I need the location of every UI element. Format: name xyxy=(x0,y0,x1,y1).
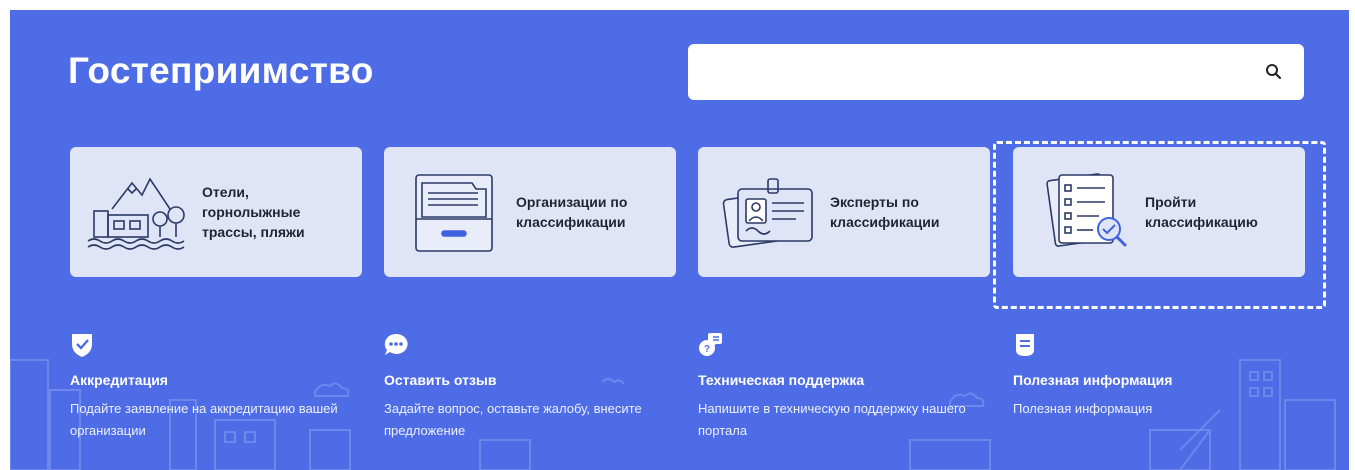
svg-text:?: ? xyxy=(704,344,710,355)
info-title[interactable]: Оставить отзыв xyxy=(384,372,664,388)
card-experts[interactable]: Эксперты по классификации xyxy=(698,147,990,277)
page-title: Гостеприимство xyxy=(68,50,374,91)
card-label: Эксперты по классификации xyxy=(830,194,940,230)
info-useful[interactable]: Полезная информация Полезная информация xyxy=(1013,332,1293,420)
info-description: Задайте вопрос, оставьте жалобу, внесите… xyxy=(384,401,642,438)
info-title[interactable]: Техническая поддержка xyxy=(698,372,978,388)
search-box[interactable] xyxy=(688,44,1304,102)
info-title[interactable]: Полезная информация xyxy=(1013,372,1293,388)
archive-drawer-illustration xyxy=(415,174,493,252)
card-hotels[interactable]: Отели, горнолыжные трассы, пляжи xyxy=(70,147,362,277)
info-feedback[interactable]: Оставить отзыв Задайте вопрос, оставьте … xyxy=(384,332,664,442)
info-tech-support[interactable]: ? Техническая поддержка Напишите в техни… xyxy=(698,332,978,442)
card-label: Отели, горнолыжные трассы, пляжи xyxy=(202,184,305,240)
search-icon[interactable] xyxy=(1264,62,1284,82)
info-accreditation[interactable]: Аккредитация Подайте заявление на аккред… xyxy=(70,332,350,442)
id-badge-illustration xyxy=(722,178,813,248)
info-title[interactable]: Аккредитация xyxy=(70,372,350,388)
info-description: Полезная информация xyxy=(1013,401,1153,416)
shield-check-icon xyxy=(72,334,92,357)
info-description: Подайте заявление на аккредитацию вашей … xyxy=(70,401,338,438)
hero-section: Гостеприимство Отели, горнолыжные трассы… xyxy=(10,10,1349,470)
card-label: Организации по классификации xyxy=(516,194,628,230)
card-organizations[interactable]: Организации по классификации xyxy=(384,147,676,277)
chat-bubble-icon xyxy=(384,333,408,355)
support-chat-icon: ? xyxy=(699,333,722,356)
document-icon xyxy=(1016,334,1034,356)
info-description: Напишите в техническую поддержку нашего … xyxy=(698,401,966,438)
search-input[interactable] xyxy=(702,44,1246,102)
highlight-dashed-frame xyxy=(993,141,1326,309)
hotel-mountains-illustration xyxy=(87,177,185,250)
